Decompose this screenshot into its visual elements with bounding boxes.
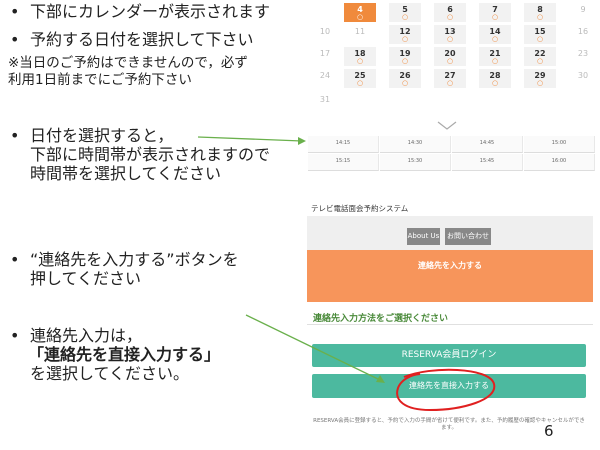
contact-button[interactable]: お問い合わせ: [445, 228, 491, 245]
calendar-day-14[interactable]: 14 ○: [478, 24, 512, 45]
availability-mark: ○: [446, 13, 454, 21]
calendar-day-31: 31: [308, 92, 342, 113]
calendar-day-25[interactable]: 25 ○: [343, 68, 377, 89]
system-title: テレビ電話面会予約システム: [311, 204, 409, 213]
calendar-day-8[interactable]: 8 ○: [523, 2, 557, 23]
instruction-4: • “連絡先を入力する”ボタンを 押してください: [10, 250, 239, 288]
divider: [307, 324, 593, 325]
calendar-day-number: 23: [577, 49, 589, 58]
calendar: 4 ○ 5 ○ 6 ○ 7 ○ 8 ○ 9 10 11 12 ○ 13 ○ 14 ○ 15 ○ 16 17 18 ○ 19 ○ 20 ○…: [308, 0, 600, 113]
availability-mark: ○: [536, 35, 544, 43]
calendar-day-11: 11: [343, 24, 377, 45]
calendar-day-4[interactable]: 4 ○: [343, 2, 377, 23]
nav-bar: About Us お問い合わせ: [307, 216, 593, 250]
calendar-day-15[interactable]: 15 ○: [523, 24, 557, 45]
calendar-day-number: 11: [354, 27, 366, 36]
calendar-day-18[interactable]: 18 ○: [343, 46, 377, 67]
calendar-day-number: 9: [580, 5, 586, 14]
calendar-day-24: 24: [308, 68, 342, 89]
calendar-day-number: 16: [577, 27, 589, 36]
instruction-5: • 連絡先入力は， 「連絡先を直接入力する」 を選択してください。: [10, 326, 221, 383]
calendar-day-13[interactable]: 13 ○: [433, 24, 467, 45]
calendar-day-17: 17: [308, 46, 342, 67]
time-slot[interactable]: 15:15: [308, 154, 379, 171]
availability-mark: ○: [356, 13, 364, 21]
time-slot[interactable]: 14:15: [308, 136, 379, 153]
calendar-day-9: 9: [566, 2, 600, 23]
calendar-day-12[interactable]: 12 ○: [388, 24, 422, 45]
calendar-day-number: 10: [319, 27, 331, 36]
instruction-2: • 予約する日付を選択して下さい: [10, 30, 254, 49]
calendar-day-5[interactable]: 5 ○: [388, 2, 422, 23]
availability-mark: ○: [356, 57, 364, 65]
availability-mark: ○: [401, 13, 409, 21]
availability-mark: ○: [491, 79, 499, 87]
calendar-day-19[interactable]: 19 ○: [388, 46, 422, 67]
calendar-day-number: 30: [577, 71, 589, 80]
availability-mark: ○: [536, 79, 544, 87]
calendar-day-16: 16: [566, 24, 600, 45]
calendar-day-10: 10: [308, 24, 342, 45]
availability-mark: ○: [446, 35, 454, 43]
instruction-3: • 日付を選択すると， 下部に時間帯が表示されますので 時間帯を選択してください: [10, 126, 271, 183]
about-us-button[interactable]: About Us: [407, 228, 440, 245]
calendar-day-number: 24: [319, 71, 331, 80]
availability-mark: ○: [491, 57, 499, 65]
calendar-day-20[interactable]: 20 ○: [433, 46, 467, 67]
instruction-note: ※当日のご予約はできませんので，必ず 利用1日前までにご予約下さい: [8, 55, 248, 88]
enter-contact-button[interactable]: 連絡先を入力する: [307, 260, 593, 271]
calendar-day-22[interactable]: 22 ○: [523, 46, 557, 67]
time-slot-grid: 14:15 14:30 14:45 15:00 15:15 15:30 15:45 16:00: [308, 136, 600, 172]
availability-mark: ○: [491, 35, 499, 43]
time-slot[interactable]: 15:45: [452, 154, 523, 171]
availability-mark: ○: [491, 13, 499, 21]
chevron-down-icon[interactable]: [437, 121, 457, 131]
reserva-login-button[interactable]: RESERVA会員ログイン: [312, 344, 586, 367]
instruction-1: • 下部にカレンダーが表示されます: [10, 2, 271, 21]
time-slot[interactable]: 16:00: [524, 154, 595, 171]
availability-mark: ○: [536, 57, 544, 65]
availability-mark: ○: [446, 79, 454, 87]
availability-mark: ○: [356, 79, 364, 87]
arrowhead-time-slots: [298, 137, 306, 145]
direct-entry-button[interactable]: 連絡先を直接入力する: [312, 374, 586, 398]
enter-contact-band[interactable]: 連絡先を入力する: [307, 250, 593, 302]
calendar-day-7[interactable]: 7 ○: [478, 2, 512, 23]
availability-mark: ○: [536, 13, 544, 21]
availability-mark: ○: [401, 79, 409, 87]
calendar-day-6[interactable]: 6 ○: [433, 2, 467, 23]
calendar-day-29[interactable]: 29 ○: [523, 68, 557, 89]
time-slot[interactable]: 14:30: [380, 136, 451, 153]
calendar-day-number: 17: [319, 49, 331, 58]
availability-mark: ○: [401, 57, 409, 65]
page-number: 6: [544, 422, 554, 440]
calendar-day-26[interactable]: 26 ○: [388, 68, 422, 89]
time-slot[interactable]: 15:30: [380, 154, 451, 171]
calendar-day-28[interactable]: 28 ○: [478, 68, 512, 89]
calendar-day-23: 23: [566, 46, 600, 67]
time-slot[interactable]: 15:00: [524, 136, 595, 153]
availability-mark: ○: [446, 57, 454, 65]
calendar-day-27[interactable]: 27 ○: [433, 68, 467, 89]
calendar-day-number: 31: [319, 95, 331, 104]
calendar-day-30: 30: [566, 68, 600, 89]
calendar-day-21[interactable]: 21 ○: [478, 46, 512, 67]
availability-mark: ○: [401, 35, 409, 43]
time-slot[interactable]: 14:45: [452, 136, 523, 153]
choose-method-heading: 連絡先入力方法をご選択ください: [313, 314, 449, 324]
